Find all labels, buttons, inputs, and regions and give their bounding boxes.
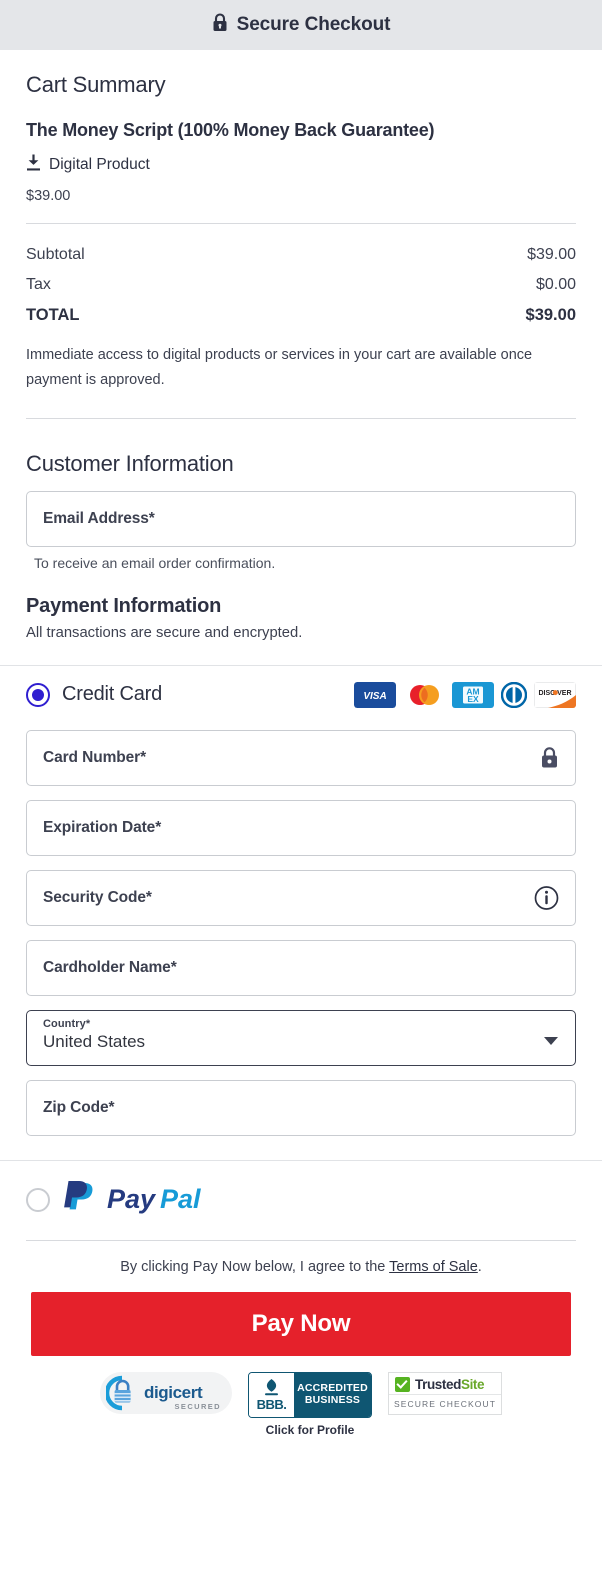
security-code-field[interactable]: Security Code* xyxy=(26,869,576,926)
lock-icon xyxy=(540,746,559,769)
totals-list: Subtotal $39.00 Tax $0.00 TOTAL $39.00 xyxy=(26,240,576,331)
payment-method-paypal[interactable]: Pay Pal xyxy=(0,1161,602,1240)
totals-value: $39.00 xyxy=(525,306,576,324)
product-type-label: Digital Product xyxy=(49,156,150,173)
visa-icon: VISA xyxy=(354,681,396,708)
email-helper-text: To receive an email order confirmation. xyxy=(34,554,276,571)
digicert-lock-icon xyxy=(106,1375,131,1410)
secure-checkout-header: Secure Checkout xyxy=(0,0,602,50)
trustedsite-subtitle: SECURE CHECKOUT xyxy=(389,1393,501,1414)
terms-of-sale-link[interactable]: Terms of Sale xyxy=(389,1259,478,1275)
paypal-radio[interactable] xyxy=(26,1188,50,1213)
customer-information-heading: Customer Information xyxy=(26,450,234,476)
svg-text:VISA: VISA xyxy=(363,691,386,702)
bbb-line-1: ACCREDITED xyxy=(297,1382,368,1394)
credit-card-radio[interactable] xyxy=(26,682,50,707)
info-icon[interactable] xyxy=(534,885,559,910)
totals-row-tax: Tax $0.00 xyxy=(26,270,576,300)
country-select-value: United States xyxy=(43,1031,146,1051)
bbb-torch-icon xyxy=(265,1379,278,1396)
terms-agreement: By clicking Pay Now below, I agree to th… xyxy=(0,1241,602,1275)
country-select[interactable]: Country* United States xyxy=(26,1009,576,1066)
amex-icon: AM EX xyxy=(452,681,494,708)
bbb-accredited-text: ACCREDITED BUSINESS xyxy=(294,1372,371,1417)
expiration-date-field[interactable]: Expiration Date* xyxy=(26,799,576,856)
payment-information-heading: Payment Information xyxy=(26,594,222,617)
cardholder-name-label: Cardholder Name* xyxy=(43,958,177,976)
check-icon xyxy=(395,1376,410,1392)
security-code-label: Security Code* xyxy=(43,888,152,906)
zip-code-field[interactable]: Zip Code* xyxy=(26,1079,576,1136)
totals-row-total: TOTAL $39.00 xyxy=(26,300,576,331)
bbb-badge-wrapper[interactable]: BBB. ACCREDITED BUSINESS Click for Profi… xyxy=(248,1371,372,1437)
discover-icon: DISC VER xyxy=(534,681,576,708)
svg-text:Pay: Pay xyxy=(107,1184,157,1214)
product-title: The Money Script (100% Money Back Guaran… xyxy=(26,120,435,140)
card-number-field[interactable]: Card Number* xyxy=(26,729,576,786)
expiration-date-label: Expiration Date* xyxy=(43,818,162,836)
credit-card-fields: Card Number* Expiration Date* Security C… xyxy=(0,729,602,1136)
digital-access-note: Immediate access to digital products or … xyxy=(26,347,533,389)
totals-label: TOTAL xyxy=(26,306,80,324)
lock-icon xyxy=(212,13,228,37)
zip-code-label: Zip Code* xyxy=(43,1098,115,1116)
payment-method-credit-card[interactable]: Credit Card VISA AM EX DISC VER xyxy=(0,666,602,716)
cart-summary-heading: Cart Summary xyxy=(26,72,166,97)
trustedsite-badge[interactable]: TrustedSite SECURE CHECKOUT xyxy=(388,1371,502,1415)
cart-summary-section: Cart Summary The Money Script (100% Mone… xyxy=(0,50,602,419)
checkout-page: Secure Checkout Cart Summary The Money S… xyxy=(0,0,602,1583)
trust-badges: digicert SECURED BBB. ACCREDITED BUSINES… xyxy=(0,1356,602,1437)
pay-now-button[interactable]: Pay Now xyxy=(31,1291,571,1356)
terms-prefix: By clicking Pay Now below, I agree to th… xyxy=(120,1258,390,1275)
paypal-logo: Pay Pal xyxy=(63,1180,215,1220)
bbb-logo: BBB. xyxy=(249,1372,294,1417)
totals-value: $39.00 xyxy=(527,246,576,263)
diners-club-icon xyxy=(501,681,527,708)
country-select-label: Country* xyxy=(43,1017,91,1030)
totals-value: $0.00 xyxy=(535,276,576,293)
payment-information-subtext: All transactions are secure and encrypte… xyxy=(26,624,303,641)
email-field-label: Email Address* xyxy=(43,509,155,527)
download-icon xyxy=(26,154,41,176)
cardholder-name-field[interactable]: Cardholder Name* xyxy=(26,939,576,996)
bbb-click-for-profile[interactable]: Click for Profile xyxy=(248,1423,372,1437)
product-type-row: Digital Product xyxy=(26,154,576,176)
svg-text:Pal: Pal xyxy=(160,1184,201,1214)
chevron-down-icon[interactable] xyxy=(544,1036,558,1045)
digicert-wordmark: digicert xyxy=(144,1383,203,1403)
email-field[interactable]: Email Address* xyxy=(26,490,576,547)
digicert-secured-label: SECURED xyxy=(174,1401,221,1411)
totals-row-subtotal: Subtotal $39.00 xyxy=(26,240,576,270)
credit-card-label: Credit Card xyxy=(62,683,163,706)
mastercard-icon xyxy=(403,681,445,708)
trustedsite-name-green: Site xyxy=(460,1376,485,1392)
trustedsite-name-dark: Trusted xyxy=(415,1376,461,1392)
customer-information-section: Customer Information Email Address* To r… xyxy=(0,419,602,641)
divider xyxy=(26,223,576,224)
card-number-label: Card Number* xyxy=(43,748,147,766)
totals-label: Subtotal xyxy=(26,246,85,263)
page-title: Secure Checkout xyxy=(236,14,391,35)
accepted-card-brands: VISA AM EX DISC VER xyxy=(354,681,576,708)
digicert-badge[interactable]: digicert SECURED xyxy=(100,1371,232,1414)
totals-label: Tax xyxy=(26,276,51,293)
bbb-line-2: BUSINESS xyxy=(304,1393,361,1406)
svg-text:EX: EX xyxy=(467,694,479,704)
terms-suffix: . xyxy=(477,1258,482,1275)
bbb-wordmark: BBB. xyxy=(256,1397,287,1413)
product-price: $39.00 xyxy=(26,188,71,204)
bbb-badge[interactable]: BBB. ACCREDITED BUSINESS xyxy=(248,1371,372,1418)
